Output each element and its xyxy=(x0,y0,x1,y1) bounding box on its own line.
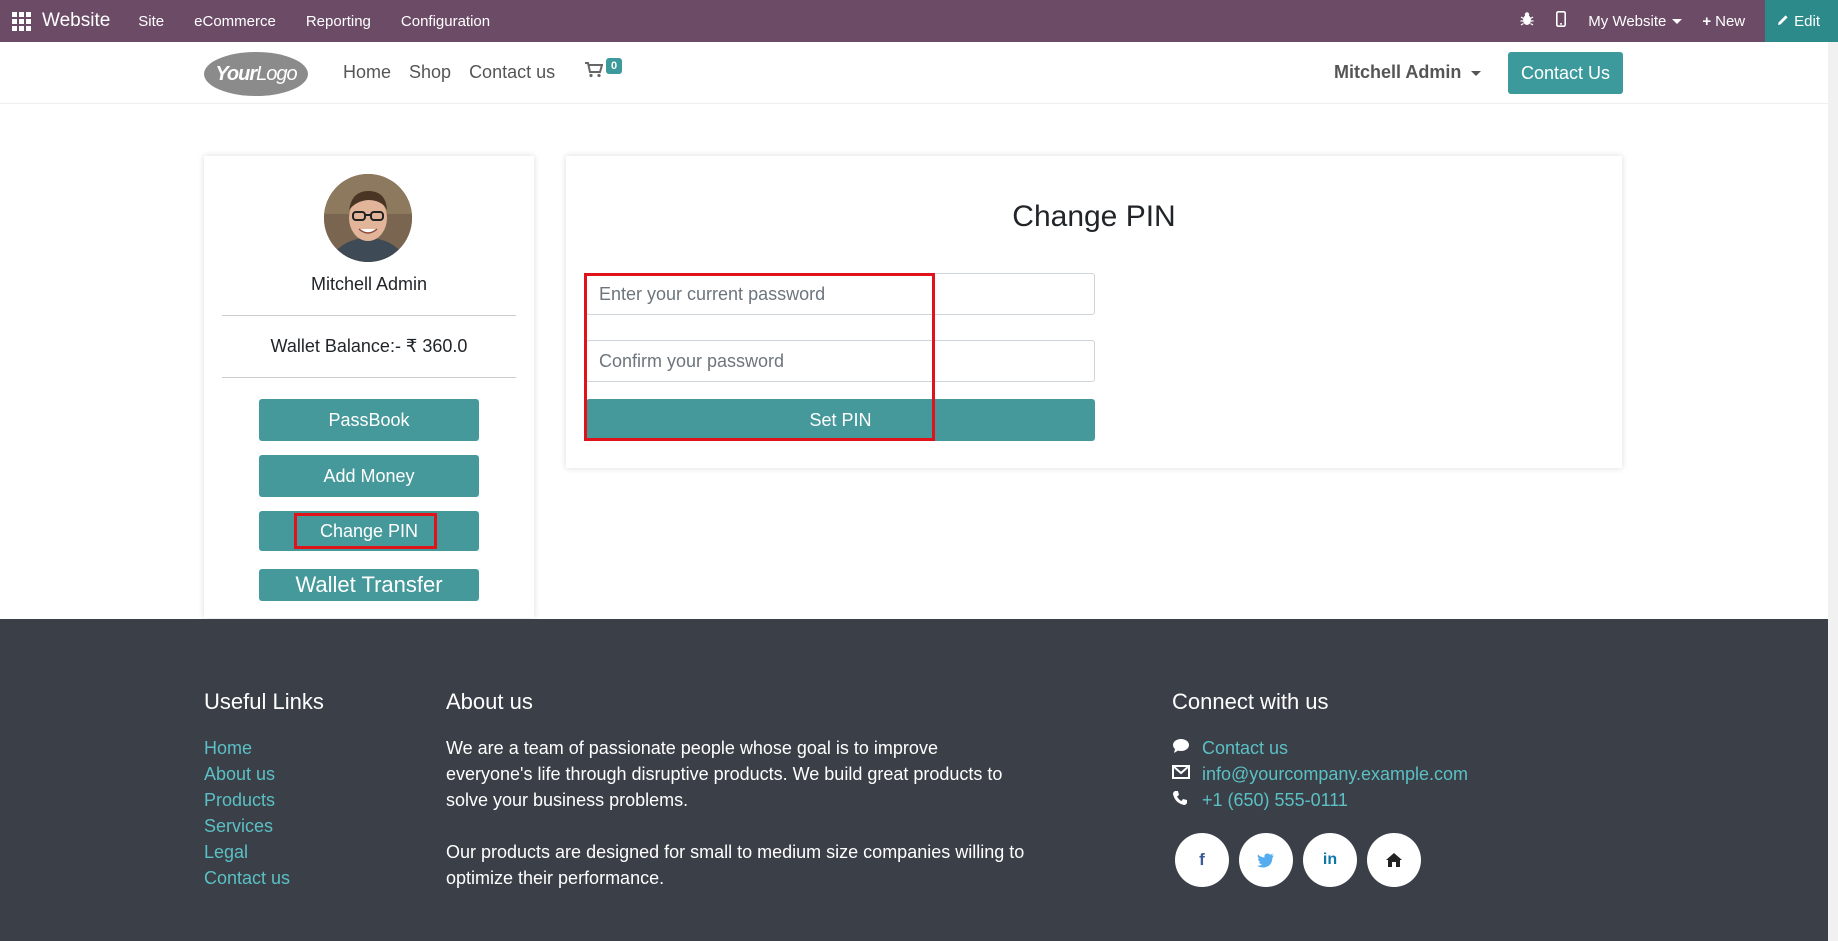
avatar xyxy=(324,174,412,262)
nav-contact-us[interactable]: Contact us xyxy=(469,62,555,83)
user-menu[interactable]: Mitchell Admin xyxy=(1334,62,1482,83)
facebook-icon[interactable]: f xyxy=(1175,833,1229,887)
about-text: We are a team of passionate people whose… xyxy=(446,738,1003,810)
menu-ecommerce[interactable]: eCommerce xyxy=(194,13,276,30)
about-text: Our products are designed for small to m… xyxy=(446,842,1025,888)
site-header: Your Logo Home Shop Contact us 0 Mitchell… xyxy=(0,42,1838,104)
envelope-icon xyxy=(1172,764,1202,784)
apps-menu-icon[interactable] xyxy=(0,0,42,42)
highlight-box xyxy=(294,513,437,549)
site-logo[interactable]: Your Logo xyxy=(204,52,308,96)
footer-link-services[interactable]: Services xyxy=(204,813,324,839)
website-selector[interactable]: My Website xyxy=(1588,13,1683,30)
twitter-icon[interactable] xyxy=(1239,833,1293,887)
site-footer: Useful Links Home About us Products Serv… xyxy=(0,619,1828,941)
connect-section: Connect with us Contact us info@yourcomp… xyxy=(1172,689,1572,813)
wallet-transfer-button[interactable]: Wallet Transfer xyxy=(259,569,479,601)
wallet-sidebar: Mitchell Admin Wallet Balance:- ₹ 360.0 … xyxy=(204,156,534,618)
footer-link-products[interactable]: Products xyxy=(204,787,324,813)
about-section: About us We are a team of passionate peo… xyxy=(446,689,1026,891)
footer-link-contact[interactable]: Contact us xyxy=(204,865,324,891)
footer-contact-link[interactable]: Contact us xyxy=(1202,735,1288,761)
passbook-button[interactable]: PassBook xyxy=(259,399,479,441)
comment-icon xyxy=(1172,738,1202,759)
change-pin-card: Change PIN Set PIN xyxy=(566,156,1622,468)
mobile-preview-icon[interactable] xyxy=(1556,11,1567,31)
chevron-down-icon xyxy=(1471,70,1482,76)
add-money-button[interactable]: Add Money xyxy=(259,455,479,497)
nav-shop[interactable]: Shop xyxy=(409,62,451,83)
menu-site[interactable]: Site xyxy=(138,13,164,30)
cart-count-badge: 0 xyxy=(606,58,623,74)
page-title: Change PIN xyxy=(1012,200,1176,233)
admin-topbar: Website Site eCommerce Reporting Configu… xyxy=(0,0,1838,42)
footer-email-link[interactable]: info@yourcompany.example.com xyxy=(1202,761,1468,787)
user-name: Mitchell Admin xyxy=(310,274,428,294)
footer-phone-link[interactable]: +1 (650) 555-0111 xyxy=(1202,787,1348,813)
plus-icon: + xyxy=(1702,12,1712,30)
scrollbar[interactable] xyxy=(1828,42,1838,941)
new-button[interactable]: + New xyxy=(1702,13,1745,30)
bug-icon[interactable] xyxy=(1520,11,1534,31)
phone-icon xyxy=(1172,790,1202,811)
divider xyxy=(222,315,516,316)
contact-us-button[interactable]: Contact Us xyxy=(1508,52,1623,94)
edit-button[interactable]: Edit xyxy=(1765,0,1838,42)
app-brand[interactable]: Website xyxy=(42,10,110,32)
footer-link-legal[interactable]: Legal xyxy=(204,839,324,865)
about-title: About us xyxy=(446,689,533,714)
nav-home[interactable]: Home xyxy=(343,62,391,83)
useful-links-title: Useful Links xyxy=(204,689,324,714)
footer-link-about[interactable]: About us xyxy=(204,761,324,787)
highlight-box xyxy=(584,273,935,441)
divider xyxy=(222,377,516,378)
pencil-icon xyxy=(1777,13,1789,30)
menu-configuration[interactable]: Configuration xyxy=(401,13,490,30)
connect-title: Connect with us xyxy=(1172,689,1329,714)
wallet-balance: Wallet Balance:- ₹ 360.0 xyxy=(270,336,468,356)
menu-reporting[interactable]: Reporting xyxy=(306,13,371,30)
linkedin-icon[interactable]: in xyxy=(1303,833,1357,887)
home-icon[interactable] xyxy=(1367,833,1421,887)
chevron-down-icon xyxy=(1672,19,1683,25)
cart-icon[interactable] xyxy=(585,62,604,83)
footer-link-home[interactable]: Home xyxy=(204,735,324,761)
main-nav: Home Shop Contact us xyxy=(343,62,573,83)
useful-links-section: Useful Links Home About us Products Serv… xyxy=(204,689,324,891)
